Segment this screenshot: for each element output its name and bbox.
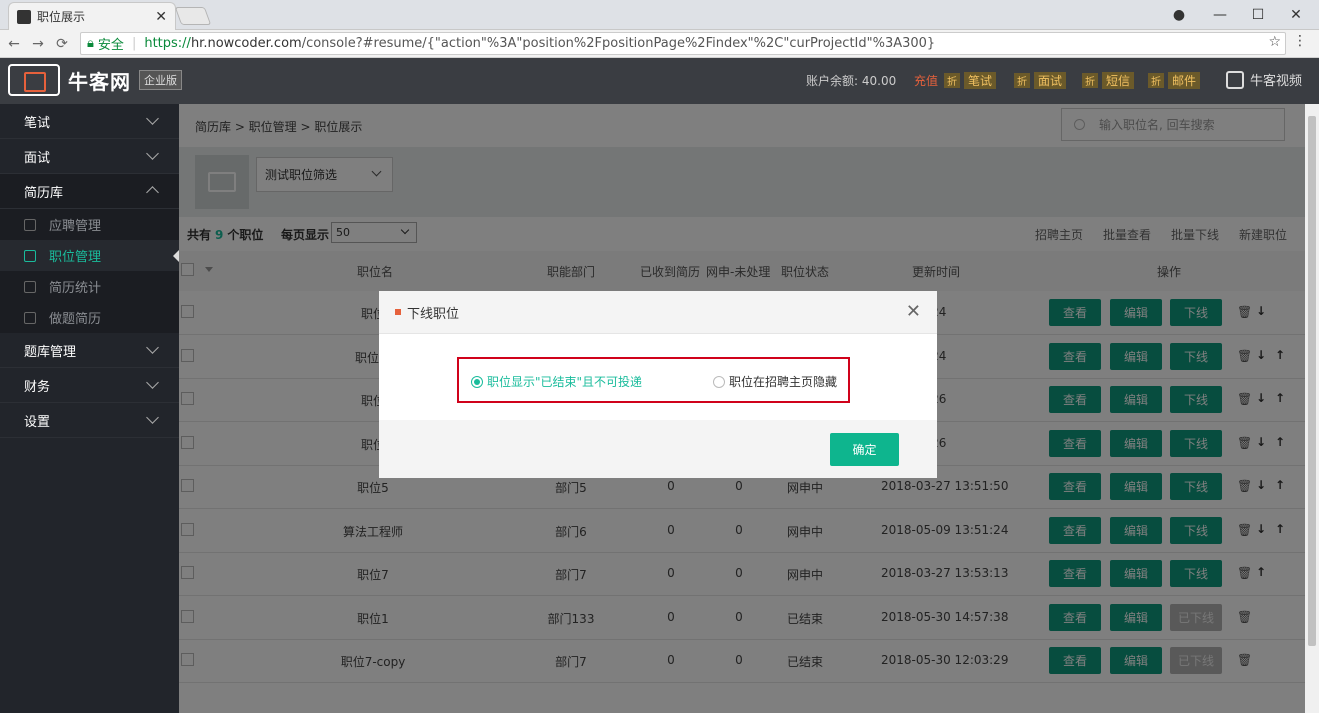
maximize-icon[interactable]: ☐: [1239, 0, 1277, 30]
chevron-down-icon: [146, 376, 159, 389]
video-link[interactable]: 牛客视频: [1226, 70, 1302, 89]
new-tab-button[interactable]: [174, 7, 212, 25]
radio-show-ended[interactable]: 职位显示"已结束"且不可投递: [471, 373, 642, 390]
app-header: 牛客网 企业版 账户余额: 40.00 充值 折笔试 折面试 折短信 折邮件 牛…: [0, 58, 1319, 104]
close-icon[interactable]: ✕: [906, 301, 921, 322]
document-icon: [24, 280, 36, 293]
sidebar-item-question-bank[interactable]: 题库管理: [0, 333, 179, 368]
position-icon: [24, 249, 36, 262]
url-scheme: https://: [144, 36, 191, 51]
account-balance: 账户余额: 40.00: [806, 74, 897, 88]
tag-sms[interactable]: 折短信: [1082, 71, 1135, 89]
tag-written-test[interactable]: 折笔试: [944, 71, 997, 89]
chevron-down-icon: [146, 112, 159, 125]
dialog-footer: 确定: [379, 420, 937, 478]
sidebar-sub-quiz-resume[interactable]: 做题简历: [0, 302, 179, 333]
tag-interview[interactable]: 折面试: [1014, 71, 1067, 89]
radio-hide-on-homepage[interactable]: 职位在招聘主页隐藏: [713, 373, 837, 390]
highlight-box: 职位显示"已结束"且不可投递 职位在招聘主页隐藏: [457, 357, 850, 403]
sidebar-item-written-test[interactable]: 笔试: [0, 104, 179, 139]
url-host: hr.nowcoder.com: [190, 36, 302, 51]
chevron-down-icon: [146, 147, 159, 160]
reload-icon[interactable]: ⟳: [50, 36, 74, 52]
user-icon: [24, 218, 36, 231]
user-icon: [24, 311, 36, 324]
scrollbar[interactable]: [1305, 104, 1319, 713]
favicon-icon: [17, 9, 31, 24]
sidebar-item-resume-library[interactable]: 简历库: [0, 174, 179, 209]
browser-tab-strip: 职位展示 ✕ ● — ☐ ✕: [0, 0, 1319, 30]
chevron-down-icon: [146, 341, 159, 354]
dialog-body: 职位显示"已结束"且不可投递 职位在招聘主页隐藏: [379, 334, 937, 420]
sidebar-sub-positions[interactable]: 职位管理: [0, 240, 179, 271]
dialog-header: 下线职位 ✕: [379, 291, 937, 334]
logo-icon: [8, 64, 60, 96]
sidebar-item-finance[interactable]: 财务: [0, 368, 179, 403]
logo-badge: 企业版: [139, 70, 182, 90]
sidebar-item-interview[interactable]: 面试: [0, 139, 179, 174]
browser-tab[interactable]: 职位展示 ✕: [8, 2, 176, 30]
tab-title: 职位展示: [37, 10, 86, 24]
recharge-link[interactable]: 充值: [914, 72, 938, 89]
forward-icon[interactable]: →: [26, 36, 50, 52]
window-close-icon[interactable]: ✕: [1277, 0, 1315, 30]
url-path: /console?#resume/{"action"%3A"position%2…: [301, 36, 936, 51]
profile-icon[interactable]: ●: [1160, 0, 1198, 30]
confirm-button[interactable]: 确定: [830, 433, 899, 466]
secure-label: 安全: [97, 38, 124, 53]
sidebar-sub-resume-stats[interactable]: 简历统计: [0, 271, 179, 302]
url-field[interactable]: 🔒︎ 安全 | https:// hr.nowcoder.com /consol…: [80, 32, 1286, 55]
chevron-up-icon: [146, 186, 159, 199]
chevron-down-icon: [146, 411, 159, 424]
bookmark-star-icon[interactable]: ☆: [1268, 34, 1281, 50]
logo[interactable]: 牛客网 企业版: [8, 64, 182, 96]
sidebar-sub-applicants[interactable]: 应聘管理: [0, 209, 179, 240]
close-icon[interactable]: ✕: [155, 9, 167, 25]
video-icon: [1226, 70, 1244, 89]
browser-menu-icon[interactable]: ⋮: [1293, 33, 1307, 49]
back-icon[interactable]: ←: [2, 36, 26, 52]
tag-email[interactable]: 折邮件: [1148, 71, 1201, 89]
logo-name: 牛客网: [68, 69, 131, 94]
minimize-icon[interactable]: —: [1201, 0, 1239, 30]
sidebar: 笔试 面试 简历库 应聘管理 职位管理 简历统计 做题简历 题库管理 财务 设置: [0, 104, 179, 713]
address-bar: ← → ⟳ 🔒︎ 安全 | https:// hr.nowcoder.com /…: [0, 30, 1319, 58]
dialog-title: 下线职位: [407, 306, 460, 322]
offline-position-dialog: 下线职位 ✕ 职位显示"已结束"且不可投递 职位在招聘主页隐藏 确定: [379, 291, 937, 478]
lock-icon: 🔒︎: [87, 36, 94, 51]
sidebar-item-settings[interactable]: 设置: [0, 403, 179, 438]
